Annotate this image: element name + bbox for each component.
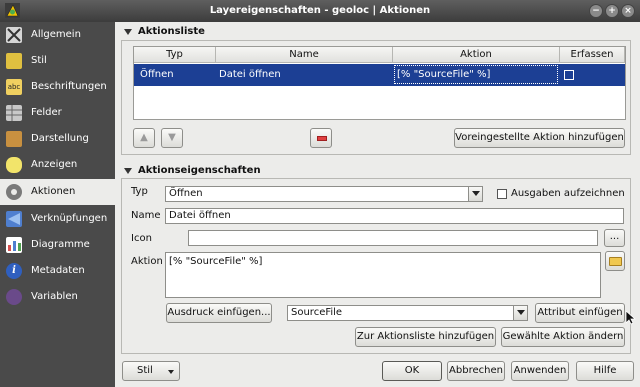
sidebar-item-metadaten[interactable]: i Metadaten xyxy=(0,258,115,284)
remove-icon xyxy=(317,136,327,141)
sidebar-item-label: Aktionen xyxy=(31,186,76,197)
sidebar-item-aktionen[interactable]: Aktionen xyxy=(0,179,115,205)
sidebar-item-anzeigen[interactable]: Anzeigen xyxy=(0,152,115,178)
name-input[interactable]: Datei öffnen xyxy=(165,208,624,224)
insert-expression-button[interactable]: Ausdruck einfügen... xyxy=(166,303,272,323)
table-row[interactable]: Öffnen Datei öffnen [% "SourceFile" %] xyxy=(134,64,625,86)
sidebar-item-label: Metadaten xyxy=(31,265,85,276)
name-value: Datei öffnen xyxy=(169,210,231,221)
action-props-title: Aktionseigenschaften xyxy=(138,165,261,176)
column-header-aktion[interactable]: Aktion xyxy=(393,47,560,63)
style-menu-label: Stil xyxy=(137,365,153,376)
close-button[interactable]: × xyxy=(621,4,635,18)
cell-aktion: [% "SourceFile" %] xyxy=(397,69,491,80)
sidebar-item-label: Allgemein xyxy=(31,29,81,40)
tools-icon xyxy=(6,27,22,43)
sidebar-item-darstellung[interactable]: Darstellung xyxy=(0,126,115,152)
sidebar-item-label: Beschriftungen xyxy=(31,81,107,92)
chevron-down-icon xyxy=(468,187,482,201)
icon-label: Icon xyxy=(131,233,152,244)
sidebar-item-stil[interactable]: Stil xyxy=(0,48,115,74)
add-default-actions-button[interactable]: Voreingestellte Aktion hinzufügen xyxy=(454,128,625,148)
browse-file-button[interactable] xyxy=(605,251,625,271)
sidebar-item-felder[interactable]: Felder xyxy=(0,100,115,126)
move-up-button[interactable]: ▲ xyxy=(133,128,155,148)
mouse-cursor-icon xyxy=(625,310,637,325)
paint-icon xyxy=(6,131,22,147)
style-menu-button[interactable]: Stil xyxy=(122,361,180,381)
sidebar-item-label: Stil xyxy=(31,55,47,66)
actions-list-title: Aktionsliste xyxy=(138,26,205,37)
remove-action-button[interactable] xyxy=(310,128,332,148)
sidebar-item-label: Verknüpfungen xyxy=(31,213,108,224)
typ-value: Öffnen xyxy=(169,188,203,199)
cancel-button[interactable]: Abbrechen xyxy=(447,361,505,381)
typ-label: Typ xyxy=(131,186,148,197)
erfassen-checkbox[interactable] xyxy=(564,70,574,80)
icon-browse-button[interactable]: ... xyxy=(604,229,625,247)
icon-input[interactable] xyxy=(188,230,598,246)
capture-output-checkbox[interactable] xyxy=(497,189,507,199)
cell-typ: Öffnen xyxy=(140,69,174,80)
diagram-icon xyxy=(6,237,22,253)
sidebar-item-label: Anzeigen xyxy=(31,159,78,170)
speech-bubble-icon xyxy=(6,157,22,173)
minimize-button[interactable]: − xyxy=(589,4,603,18)
update-action-button[interactable]: Gewählte Aktion ändern xyxy=(501,327,625,347)
move-down-button[interactable]: ▼ xyxy=(161,128,183,148)
collapse-arrow-icon[interactable] xyxy=(124,29,132,35)
sidebar: Allgemein Stil abc Beschriftungen Felder… xyxy=(0,22,115,387)
sidebar-item-diagramme[interactable]: Diagramme xyxy=(0,232,115,258)
window-title: Layereigenschaften - geoloc | Aktionen xyxy=(209,5,431,16)
name-label: Name xyxy=(131,210,161,221)
column-header-typ[interactable]: Typ xyxy=(134,47,216,63)
insert-attribute-button[interactable]: Attribut einfügen xyxy=(535,303,625,323)
actions-table: Typ Name Aktion Erfassen Öffnen Datei öf… xyxy=(133,46,626,120)
sidebar-item-label: Darstellung xyxy=(31,133,89,144)
aktion-value: [% "SourceFile" %] xyxy=(169,256,263,267)
column-header-erfassen[interactable]: Erfassen xyxy=(560,47,625,63)
column-header-name[interactable]: Name xyxy=(216,47,393,63)
dropdown-arrow-icon xyxy=(168,370,174,374)
sidebar-item-label: Felder xyxy=(31,107,62,118)
maximize-button[interactable]: + xyxy=(605,4,619,18)
add-to-list-button[interactable]: Zur Aktionsliste hinzufügen xyxy=(355,327,496,347)
typ-select[interactable]: Öffnen xyxy=(165,186,483,202)
apply-button[interactable]: Anwenden xyxy=(511,361,569,381)
variables-icon xyxy=(6,289,22,305)
sidebar-item-label: Diagramme xyxy=(31,239,90,250)
table-icon xyxy=(6,105,22,121)
sidebar-item-allgemein[interactable]: Allgemein xyxy=(0,22,115,48)
aktion-label: Aktion xyxy=(131,256,163,267)
ok-button[interactable]: OK xyxy=(382,361,442,381)
help-button[interactable]: Hilfe xyxy=(576,361,634,381)
brush-icon xyxy=(6,53,22,69)
aktion-textarea[interactable]: [% "SourceFile" %] xyxy=(165,252,601,298)
chevron-down-icon xyxy=(513,306,527,320)
folder-icon xyxy=(609,257,622,266)
info-icon: i xyxy=(6,263,22,279)
join-icon xyxy=(6,211,22,227)
attribute-select[interactable]: SourceFile xyxy=(287,305,528,321)
cell-name: Datei öffnen xyxy=(219,69,281,80)
sidebar-item-variablen[interactable]: Variablen xyxy=(0,284,115,310)
abc-label-icon: abc xyxy=(6,79,22,95)
attribute-value: SourceFile xyxy=(291,307,343,318)
sidebar-item-label: Variablen xyxy=(31,291,78,302)
gear-icon xyxy=(6,184,22,200)
sidebar-item-verknuepfungen[interactable]: Verknüpfungen xyxy=(0,206,115,232)
collapse-arrow-icon[interactable] xyxy=(124,168,132,174)
capture-output-label: Ausgaben aufzeichnen xyxy=(511,188,625,199)
window-titlebar: Layereigenschaften - geoloc | Aktionen −… xyxy=(0,0,640,22)
sidebar-item-beschriftungen[interactable]: abc Beschriftungen xyxy=(0,74,115,100)
